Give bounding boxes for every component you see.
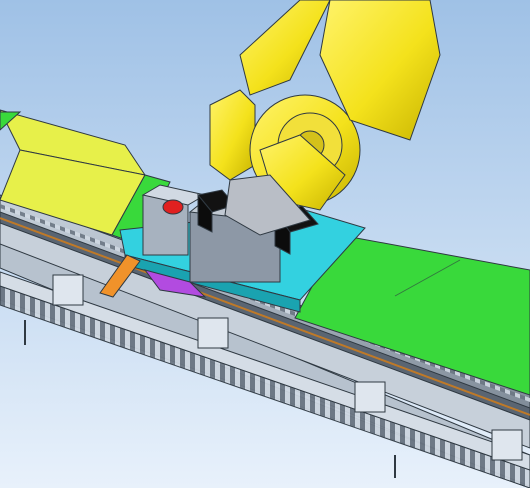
cad-scene	[0, 0, 530, 488]
cad-viewport[interactable]	[0, 0, 530, 488]
red-button	[162, 199, 184, 215]
